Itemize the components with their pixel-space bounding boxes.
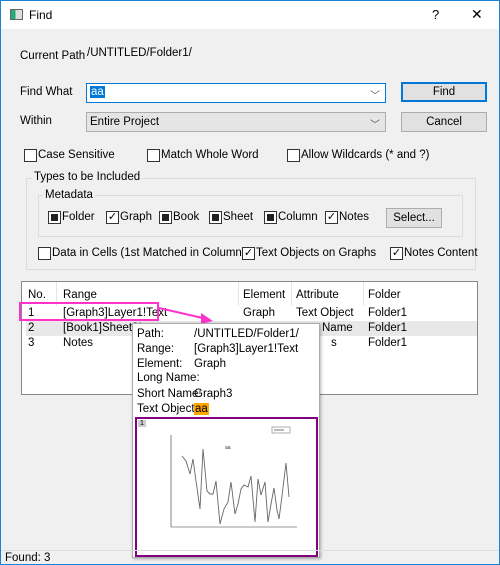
svg-text:aa: aa xyxy=(225,445,231,451)
highlight-box xyxy=(19,302,159,321)
cell-no: 3 xyxy=(28,337,35,349)
header-attribute[interactable]: Attribute xyxy=(296,289,339,301)
cell-folder: Folder1 xyxy=(368,307,407,319)
chevron-down-icon[interactable]: ﹀ xyxy=(370,87,380,102)
close-button[interactable]: ✕ xyxy=(471,6,483,23)
current-path-value: /UNTITLED/Folder1/ xyxy=(87,47,192,59)
within-label: Within xyxy=(20,115,52,127)
current-path-label: Current Path xyxy=(20,50,86,62)
app-icon xyxy=(10,9,23,20)
result-tooltip: Path:/UNTITLED/Folder1/ Range: [Graph3]La… xyxy=(132,323,320,558)
chevron-down-icon[interactable]: ﹀ xyxy=(370,116,380,131)
title-bar: Find ? ✕ xyxy=(1,1,499,29)
thumbnail-plot: aa xyxy=(170,426,297,528)
cell-folder: Folder1 xyxy=(368,337,407,349)
help-button[interactable]: ? xyxy=(432,7,439,22)
cell-no: 2 xyxy=(28,322,35,334)
find-button[interactable]: Find xyxy=(401,82,487,102)
cell-attribute: s xyxy=(331,337,337,349)
cell-element: Graph xyxy=(243,307,275,319)
header-no[interactable]: No. xyxy=(28,289,46,301)
metadata-group-label: Metadata xyxy=(43,189,95,201)
cell-attribute: Text Object xyxy=(296,307,354,319)
find-what-label: Find What xyxy=(20,86,73,98)
select-button[interactable]: Select... xyxy=(386,208,442,228)
cell-folder: Folder1 xyxy=(368,322,407,334)
header-folder[interactable]: Folder xyxy=(368,289,401,301)
header-element[interactable]: Element xyxy=(243,289,285,301)
header-range[interactable]: Range xyxy=(63,289,97,301)
cell-range: Notes xyxy=(63,337,94,349)
find-dialog: Find ? ✕ Current Path /UNTITLED/Folder1/… xyxy=(0,0,500,565)
cancel-button[interactable]: Cancel xyxy=(401,112,487,132)
find-what-combobox[interactable]: aa ﹀ xyxy=(86,83,386,103)
types-group-label: Types to be Included xyxy=(32,171,143,183)
cell-attribute: Name xyxy=(322,322,353,334)
graph-thumbnail: 1 aa xyxy=(135,417,318,557)
find-what-input[interactable]: aa xyxy=(90,86,105,98)
within-select[interactable]: Entire Project ﹀ xyxy=(86,112,386,132)
within-value: Entire Project xyxy=(90,116,160,128)
cell-range: [Book1]Sheet2! xyxy=(63,322,142,334)
status-text: Found: 3 xyxy=(5,552,51,564)
status-bar: Found: 3 xyxy=(1,550,499,565)
match-highlight: aa xyxy=(194,403,209,415)
window-title: Find xyxy=(29,8,53,22)
